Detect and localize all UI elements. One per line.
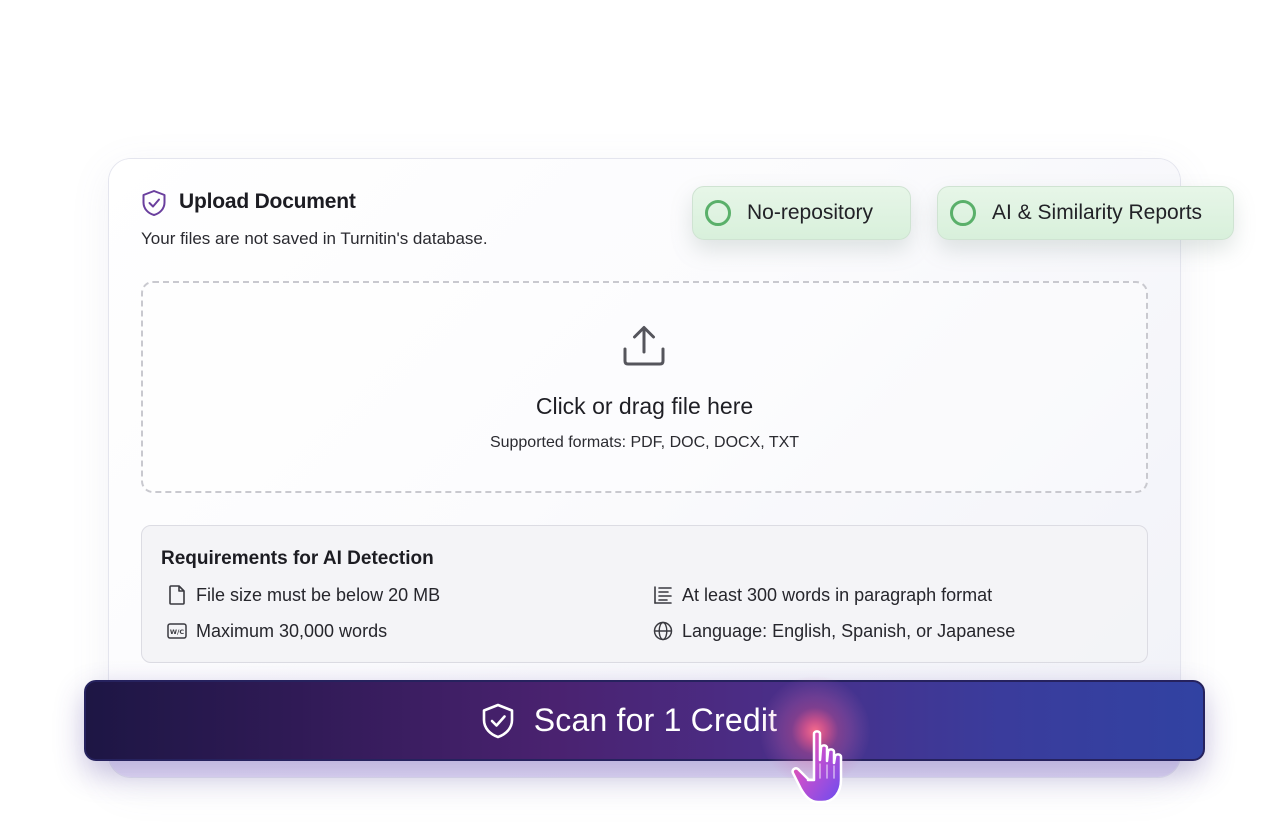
no-repository-badge: No-repository [692, 186, 911, 240]
file-icon [169, 585, 185, 605]
upload-subtitle: Your files are not saved in Turnitin's d… [141, 229, 488, 248]
no-repository-label: No-repository [747, 201, 874, 224]
circle-icon [950, 200, 976, 226]
requirement-text: Maximum 30,000 words [196, 620, 388, 641]
requirements-title: Requirements for AI Detection [161, 548, 434, 569]
paragraph-icon [654, 586, 672, 604]
shield-check-icon [482, 703, 514, 738]
upload-title: Upload Document [179, 190, 356, 213]
globe-icon [653, 621, 673, 641]
requirement-language: Language: English, Spanish, or Japanese [652, 620, 1015, 642]
scan-button-label: Scan for 1 Credit [533, 702, 778, 738]
ai-similarity-reports-label: AI & Similarity Reports [992, 201, 1203, 224]
scan-button[interactable]: Scan for 1 Credit [84, 680, 1205, 761]
requirement-text: At least 300 words in paragraph format [682, 584, 993, 605]
upload-icon [623, 326, 665, 366]
requirement-file-size: File size must be below 20 MB [166, 584, 440, 606]
requirement-word-limit: W/C Maximum 30,000 words [166, 620, 387, 642]
shield-check-icon [142, 190, 166, 216]
ai-similarity-reports-badge: AI & Similarity Reports [937, 186, 1234, 240]
svg-text:W/C: W/C [170, 628, 185, 636]
supported-formats: Supported formats: PDF, DOC, DOCX, TXT [489, 434, 800, 451]
circle-icon [705, 200, 731, 226]
upload-stage: Upload Document Your files are not saved… [0, 0, 1280, 827]
word-count-icon: W/C [167, 623, 187, 639]
requirement-text: File size must be below 20 MB [196, 584, 441, 605]
requirement-text: Language: English, Spanish, or Japanese [682, 620, 1016, 641]
drop-zone-title: Click or drag file here [535, 393, 754, 419]
file-drop-zone[interactable] [141, 281, 1148, 493]
requirement-paragraph-format: At least 300 words in paragraph format [652, 584, 992, 606]
